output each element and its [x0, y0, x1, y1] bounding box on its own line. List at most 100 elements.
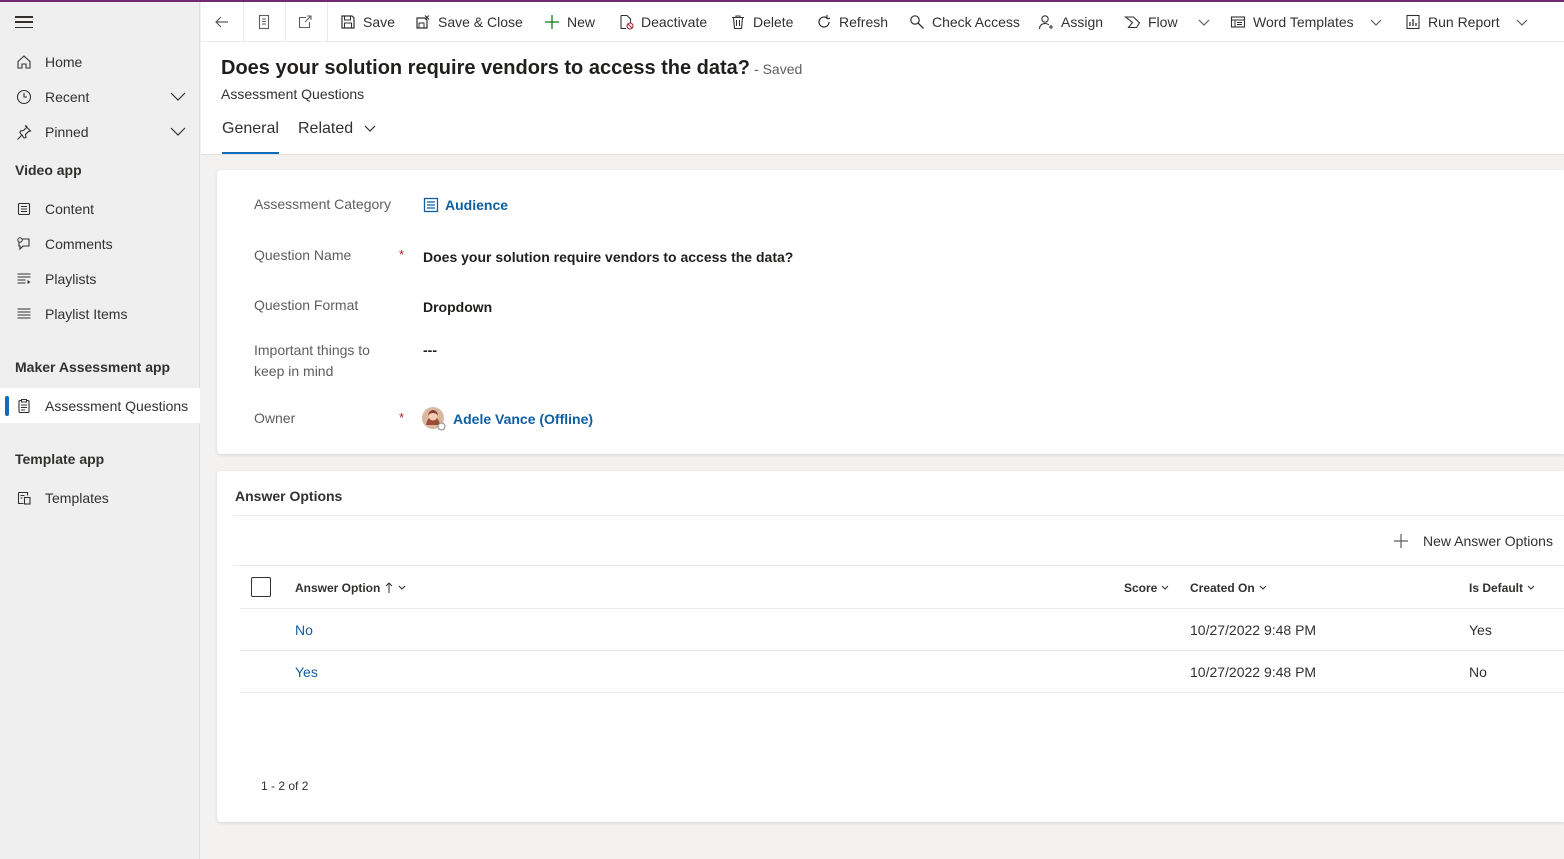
tab-related[interactable]: Related [298, 120, 376, 154]
sidebar-item-label: Playlists [45, 270, 97, 287]
owner-label: Owner [254, 410, 296, 426]
save-and-close-button[interactable]: Save & Close [414, 2, 523, 42]
chevron-down-icon [398, 585, 406, 591]
pin-icon [15, 123, 33, 141]
subgrid-title: Answer Options [235, 488, 343, 504]
sidebar-item-label: Content [45, 200, 95, 217]
answer-option-link[interactable]: Yes [295, 664, 318, 680]
question-format-label: Question Format [254, 297, 359, 313]
sidebar-item-content[interactable]: Content [0, 191, 200, 226]
column-header-is-default[interactable]: Is Default [1469, 581, 1535, 595]
chevron-down-icon[interactable] [1516, 14, 1528, 30]
tab-general[interactable]: General [222, 120, 279, 154]
question-name-field[interactable]: Does your solution require vendors to ac… [423, 249, 793, 265]
save-status: - Saved [754, 61, 803, 77]
is-default-cell: Yes [1469, 622, 1492, 638]
save-close-icon [414, 13, 432, 31]
content-icon [15, 200, 33, 218]
chevron-down-icon[interactable] [170, 124, 186, 140]
select-all-checkbox[interactable] [251, 577, 271, 597]
record-header: Does your solution require vendors to ac… [201, 42, 1564, 155]
command-bar: Save Save & Close New Deactivate Delete … [201, 2, 1564, 42]
sort-ascending-icon [385, 582, 393, 594]
refresh-icon [815, 13, 833, 31]
sidebar-item-playlist-items[interactable]: Playlist Items [0, 296, 200, 331]
column-header-score[interactable]: Score [1124, 581, 1169, 595]
sidebar-item-pinned[interactable]: Pinned [0, 114, 200, 149]
owner-lookup[interactable]: Adele Vance (Offline) [453, 411, 593, 427]
plus-icon [1393, 533, 1409, 549]
key-search-icon [908, 13, 926, 31]
column-header-created-on[interactable]: Created On [1190, 581, 1267, 595]
chevron-down-icon[interactable] [1370, 14, 1382, 30]
divider [243, 2, 244, 42]
sidebar-group-template-app: Template app [15, 451, 105, 467]
playlist-items-icon [15, 305, 33, 323]
sidebar-item-label: Recent [45, 88, 90, 105]
divider [285, 2, 286, 42]
created-on-cell: 10/27/2022 9:48 PM [1190, 664, 1317, 680]
chevron-down-icon[interactable] [170, 89, 186, 105]
sidebar-item-label: Comments [45, 235, 113, 252]
sidebar-item-label: Pinned [45, 123, 89, 140]
run-report-button[interactable]: Run Report [1404, 2, 1528, 42]
sitemap-sidebar: Home Recent Pinned Video app Content Com… [0, 2, 200, 859]
delete-button[interactable]: Delete [729, 2, 793, 42]
deactivate-button[interactable]: Deactivate [617, 2, 707, 42]
sidebar-item-label: Playlist Items [45, 305, 128, 322]
important-things-field[interactable]: --- [423, 342, 437, 358]
entity-name: Assessment Questions [221, 86, 365, 102]
new-button[interactable]: New [543, 2, 595, 42]
sidebar-item-home[interactable]: Home [0, 44, 200, 79]
chevron-down-icon [364, 120, 376, 138]
check-access-button[interactable]: Check Access [908, 2, 1020, 42]
general-form-section: Assessment Category Audience Question Na… [217, 170, 1564, 454]
sidebar-item-comments[interactable]: Comments [0, 226, 200, 261]
answer-options-subgrid: Answer Options New Answer Options Answer… [217, 471, 1564, 822]
sidebar-group-maker-assessment-app: Maker Assessment app [15, 359, 171, 375]
home-icon [15, 53, 33, 71]
answer-option-link[interactable]: No [295, 622, 313, 638]
assign-button[interactable]: Assign [1037, 2, 1103, 42]
report-icon [1404, 13, 1422, 31]
flow-icon [1124, 13, 1142, 31]
divider [233, 565, 1564, 566]
record-type-icon [422, 196, 440, 214]
column-header-answer-option[interactable]: Answer Option [295, 581, 406, 595]
avatar [422, 407, 446, 431]
document-icon [255, 13, 273, 31]
trash-icon [729, 13, 747, 31]
assessment-category-lookup[interactable]: Audience [422, 196, 508, 214]
arrow-left-icon [213, 13, 231, 31]
divider [240, 692, 1564, 693]
back-button[interactable] [213, 2, 237, 42]
person-icon [1037, 13, 1055, 31]
form-selector-button[interactable] [255, 2, 279, 42]
comments-icon [15, 235, 33, 253]
new-answer-options-button[interactable]: New Answer Options [1393, 533, 1553, 549]
created-on-cell: 10/27/2022 9:48 PM [1190, 622, 1317, 638]
required-indicator: * [399, 410, 405, 425]
sidebar-item-playlists[interactable]: Playlists [0, 261, 200, 296]
playlist-icon [15, 270, 33, 288]
open-in-new-window-button[interactable] [296, 2, 320, 42]
question-format-field[interactable]: Dropdown [423, 299, 492, 315]
divider [240, 608, 1564, 609]
sidebar-item-assessment-questions[interactable]: Assessment Questions [0, 388, 200, 423]
word-templates-button[interactable]: Word Templates [1229, 2, 1382, 42]
sidebar-item-recent[interactable]: Recent [0, 79, 200, 114]
sidebar-item-templates[interactable]: Templates [0, 480, 200, 515]
save-button[interactable]: Save [339, 2, 395, 42]
important-things-label: Important things to keep in mind [254, 342, 370, 379]
refresh-button[interactable]: Refresh [815, 2, 888, 42]
flow-button[interactable]: Flow [1124, 2, 1210, 42]
chevron-down-icon[interactable] [1198, 14, 1210, 30]
template-icon [15, 489, 33, 507]
hamburger-menu-icon[interactable] [15, 14, 33, 30]
plus-icon [543, 13, 561, 31]
chevron-down-icon [1527, 585, 1535, 591]
deactivate-icon [617, 13, 635, 31]
word-templates-icon [1229, 13, 1247, 31]
divider [327, 2, 328, 42]
divider [240, 650, 1564, 651]
